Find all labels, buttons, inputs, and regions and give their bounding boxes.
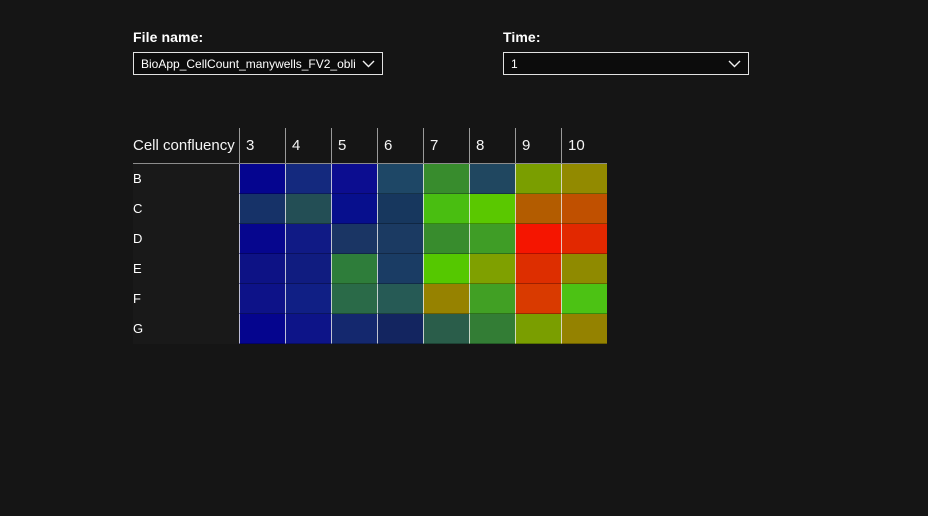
heatmap-cell-F-7[interactable] <box>423 284 469 314</box>
heatmap-row-label-F: F <box>133 284 239 314</box>
heatmap-cell-F-9[interactable] <box>515 284 561 314</box>
heatmap-cell-C-4[interactable] <box>285 194 331 224</box>
heatmap-row-F: F <box>133 284 607 314</box>
heatmap-cell-F-3[interactable] <box>239 284 285 314</box>
heatmap-cell-D-6[interactable] <box>377 224 423 254</box>
heatmap-cell-E-5[interactable] <box>331 254 377 284</box>
heatmap-cell-B-7[interactable] <box>423 164 469 194</box>
heatmap-cell-E-9[interactable] <box>515 254 561 284</box>
heatmap-cell-F-8[interactable] <box>469 284 515 314</box>
heatmap-cell-F-4[interactable] <box>285 284 331 314</box>
heatmap-corner-label: Cell confluency <box>133 137 235 154</box>
heatmap-col-header-5: 5 <box>331 128 377 163</box>
heatmap-cell-B-3[interactable] <box>239 164 285 194</box>
heatmap-cell-F-5[interactable] <box>331 284 377 314</box>
heatmap-cell-C-8[interactable] <box>469 194 515 224</box>
heatmap-cell-G-8[interactable] <box>469 314 515 344</box>
heatmap-header-row: Cell confluency 3 4 5 6 7 8 9 10 <box>133 128 607 164</box>
heatmap-cell-D-7[interactable] <box>423 224 469 254</box>
heatmap-row-label-D: D <box>133 224 239 254</box>
heatmap-cell-D-5[interactable] <box>331 224 377 254</box>
heatmap-cell-G-3[interactable] <box>239 314 285 344</box>
heatmap-row-label-B: B <box>133 164 239 194</box>
heatmap-cell-G-9[interactable] <box>515 314 561 344</box>
heatmap-row-B: B <box>133 164 607 194</box>
heatmap-cell-B-8[interactable] <box>469 164 515 194</box>
heatmap-cell-F-10[interactable] <box>561 284 607 314</box>
heatmap-cell-C-10[interactable] <box>561 194 607 224</box>
time-value: 1 <box>511 56 518 71</box>
heatmap-cell-D-9[interactable] <box>515 224 561 254</box>
heatmap-cell-G-7[interactable] <box>423 314 469 344</box>
heatmap-col-header-4: 4 <box>285 128 331 163</box>
heatmap-cell-B-6[interactable] <box>377 164 423 194</box>
cell-confluency-heatmap: Cell confluency 3 4 5 6 7 8 9 10 BCDEFG <box>133 128 607 344</box>
heatmap-cell-E-10[interactable] <box>561 254 607 284</box>
heatmap-row-E: E <box>133 254 607 284</box>
heatmap-cell-E-7[interactable] <box>423 254 469 284</box>
heatmap-cell-E-3[interactable] <box>239 254 285 284</box>
heatmap-cell-B-10[interactable] <box>561 164 607 194</box>
heatmap-body: BCDEFG <box>133 164 607 344</box>
heatmap-col-header-8: 8 <box>469 128 515 163</box>
heatmap-cell-G-5[interactable] <box>331 314 377 344</box>
heatmap-cell-G-6[interactable] <box>377 314 423 344</box>
heatmap-col-header-10: 10 <box>561 128 607 163</box>
heatmap-col-header-3: 3 <box>239 128 285 163</box>
heatmap-cell-B-4[interactable] <box>285 164 331 194</box>
heatmap-row-C: C <box>133 194 607 224</box>
heatmap-col-header-7: 7 <box>423 128 469 163</box>
heatmap-cell-C-3[interactable] <box>239 194 285 224</box>
file-name-field: File name: BioApp_CellCount_manywells_FV… <box>133 29 383 75</box>
heatmap-col-header-6: 6 <box>377 128 423 163</box>
heatmap-cell-E-8[interactable] <box>469 254 515 284</box>
time-field: Time: 1 <box>503 29 749 75</box>
time-label: Time: <box>503 29 541 45</box>
heatmap-cell-D-8[interactable] <box>469 224 515 254</box>
heatmap-cell-C-6[interactable] <box>377 194 423 224</box>
heatmap-column-headers: 3 4 5 6 7 8 9 10 <box>239 128 607 163</box>
file-name-label: File name: <box>133 29 204 45</box>
chevron-down-icon <box>728 60 741 68</box>
heatmap-cell-C-5[interactable] <box>331 194 377 224</box>
heatmap-cell-E-6[interactable] <box>377 254 423 284</box>
heatmap-row-label-E: E <box>133 254 239 284</box>
chevron-down-icon <box>362 60 375 68</box>
heatmap-cell-E-4[interactable] <box>285 254 331 284</box>
app-window: File name: BioApp_CellCount_manywells_FV… <box>0 0 928 516</box>
heatmap-cell-G-10[interactable] <box>561 314 607 344</box>
heatmap-cell-C-7[interactable] <box>423 194 469 224</box>
heatmap-cell-D-10[interactable] <box>561 224 607 254</box>
file-name-dropdown[interactable]: BioApp_CellCount_manywells_FV2_obliqu... <box>133 52 383 75</box>
heatmap-cell-G-4[interactable] <box>285 314 331 344</box>
heatmap-cell-D-3[interactable] <box>239 224 285 254</box>
heatmap-row-label-G: G <box>133 314 239 344</box>
heatmap-cell-B-5[interactable] <box>331 164 377 194</box>
file-name-value: BioApp_CellCount_manywells_FV2_obliqu... <box>141 56 356 71</box>
heatmap-cell-F-6[interactable] <box>377 284 423 314</box>
heatmap-row-D: D <box>133 224 607 254</box>
time-dropdown[interactable]: 1 <box>503 52 749 75</box>
heatmap-row-G: G <box>133 314 607 344</box>
heatmap-col-header-9: 9 <box>515 128 561 163</box>
heatmap-cell-C-9[interactable] <box>515 194 561 224</box>
heatmap-cell-B-9[interactable] <box>515 164 561 194</box>
heatmap-row-label-C: C <box>133 194 239 224</box>
heatmap-cell-D-4[interactable] <box>285 224 331 254</box>
